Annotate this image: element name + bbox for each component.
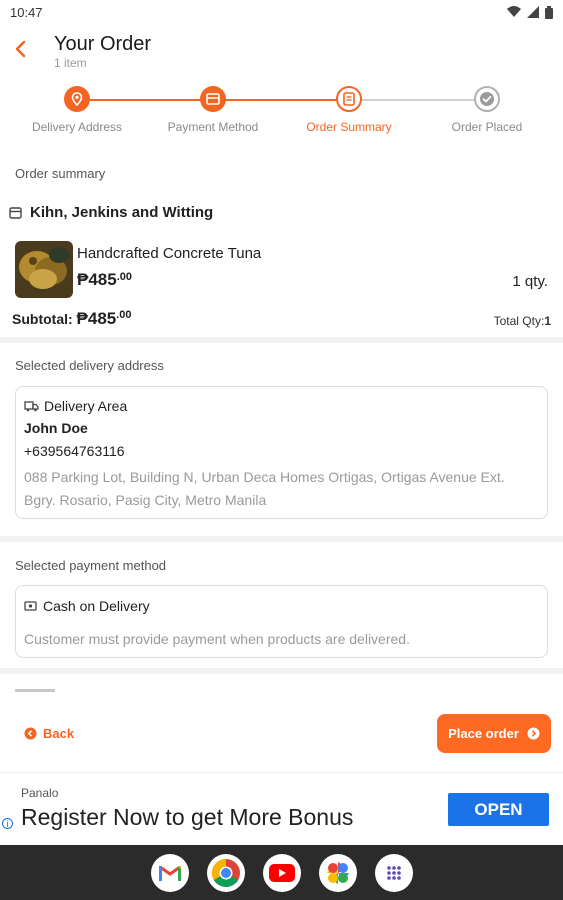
- ad-brand: Panalo: [21, 786, 59, 800]
- address-line-1: 088 Parking Lot, Building N, Urban Deca …: [24, 469, 505, 485]
- address-line-2: Bgry. Rosario, Pasig City, Metro Manila: [24, 492, 267, 508]
- battery-icon: [545, 5, 553, 19]
- footer-actions: Back Place order: [0, 706, 563, 766]
- truck-icon: [24, 400, 39, 411]
- card-icon: [200, 86, 226, 112]
- back-button[interactable]: Back: [24, 726, 74, 741]
- place-order-button[interactable]: Place order: [437, 714, 551, 753]
- step-label: Delivery Address: [31, 120, 123, 134]
- step-payment-method[interactable]: Payment Method: [143, 86, 283, 134]
- price-cents: .00: [116, 271, 132, 283]
- product-image: [15, 241, 73, 298]
- photos-icon[interactable]: [318, 853, 357, 892]
- wifi-icon: [507, 6, 521, 17]
- payment-method-card[interactable]: Cash on Delivery Customer must provide p…: [15, 585, 548, 658]
- youtube-icon[interactable]: [262, 853, 301, 892]
- store-icon: [9, 207, 22, 219]
- apps-grid-icon[interactable]: [374, 853, 413, 892]
- section-divider: [0, 337, 563, 343]
- status-bar: 10:47: [0, 0, 563, 24]
- step-label: Order Placed: [451, 120, 523, 134]
- total-qty-label: Total Qty:: [493, 314, 545, 328]
- step-label: Order Summary: [306, 120, 392, 134]
- store-name: Kihn, Jenkins and Witting: [30, 204, 214, 221]
- store-row[interactable]: Kihn, Jenkins and Witting: [9, 204, 213, 221]
- check-circle-icon: [474, 86, 500, 112]
- checkout-stepper: Delivery Address Payment Method Order Su…: [0, 86, 563, 146]
- section-divider: [0, 536, 563, 542]
- payment-method-row: Cash on Delivery: [24, 598, 150, 614]
- total-qty-value: 1: [544, 314, 551, 328]
- ad-headline: Register Now to get More Bonus: [21, 804, 354, 830]
- recipient-phone: +639564763116: [24, 443, 125, 459]
- delivery-address-card[interactable]: Delivery Area John Doe +639564763116 088…: [15, 386, 548, 519]
- status-time: 10:47: [10, 4, 43, 20]
- subtotal-label: Subtotal:: [12, 311, 73, 327]
- gmail-icon[interactable]: [150, 853, 189, 892]
- delivery-area-label: Delivery Area: [44, 398, 128, 414]
- step-delivery-address[interactable]: Delivery Address: [7, 86, 147, 134]
- item-count: 1 item: [54, 56, 87, 70]
- step-label: Payment Method: [167, 120, 259, 134]
- subtotal-amount: ₱485: [76, 309, 117, 328]
- subtotal-cents: .00: [116, 309, 132, 321]
- clipped-section-heading: [15, 686, 65, 692]
- product-name: Handcrafted Concrete Tuna: [77, 245, 262, 262]
- back-arrow-icon[interactable]: [10, 38, 32, 60]
- page-title: Your Order: [54, 33, 152, 55]
- recipient-name: John Doe: [24, 420, 88, 436]
- delivery-heading: Selected delivery address: [15, 358, 164, 373]
- section-divider: [0, 668, 563, 674]
- ad-info-icon[interactable]: i: [2, 818, 13, 829]
- product-price: ₱485.00: [77, 270, 132, 290]
- signal-icon: [527, 6, 539, 18]
- back-button-label: Back: [43, 726, 75, 741]
- delivery-area-row: Delivery Area: [24, 398, 127, 414]
- receipt-icon: [336, 86, 362, 112]
- product-qty: 1 qty.: [512, 273, 548, 290]
- price-amount: ₱485: [77, 270, 117, 289]
- payment-heading: Selected payment method: [15, 558, 167, 573]
- status-icons: [507, 5, 553, 19]
- payment-description: Customer must provide payment when produ…: [24, 631, 410, 647]
- app-dock: [0, 845, 563, 900]
- subtotal: Subtotal: ₱485.00: [12, 309, 132, 329]
- location-pin-icon: [64, 86, 90, 112]
- cash-icon: [24, 601, 37, 611]
- order-summary-heading: Order summary: [15, 166, 106, 181]
- ad-open-button[interactable]: OPEN: [448, 793, 549, 826]
- step-order-placed[interactable]: Order Placed: [417, 86, 557, 134]
- place-order-label: Place order: [448, 726, 519, 741]
- chrome-icon[interactable]: [206, 853, 245, 892]
- ad-banner[interactable]: Panalo Register Now to get More Bonus OP…: [0, 772, 563, 844]
- arrow-left-circle-icon: [24, 727, 37, 740]
- step-order-summary[interactable]: Order Summary: [279, 86, 419, 134]
- arrow-right-circle-icon: [527, 727, 540, 740]
- app-header: Your Order 1 item: [0, 28, 563, 74]
- total-qty: Total Qty:1: [494, 314, 551, 328]
- payment-method-name: Cash on Delivery: [43, 598, 150, 614]
